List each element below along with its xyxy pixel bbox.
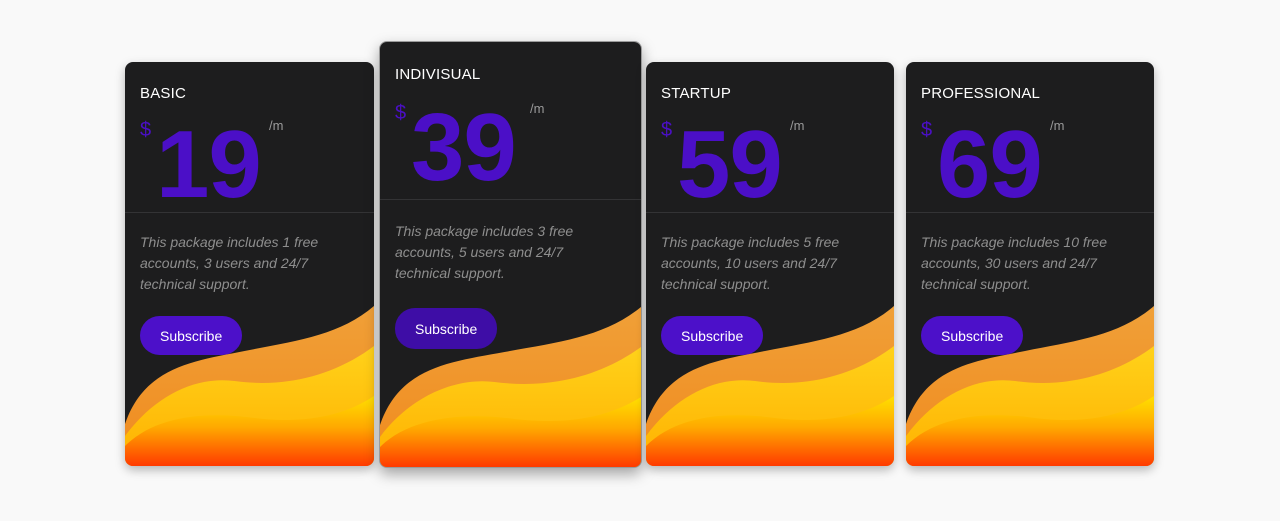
price-amount: 39 xyxy=(411,94,517,201)
pricing-section: BASIC $ 19 /m This package includes 1 fr… xyxy=(0,0,1280,521)
pricing-card-indivisual: INDIVISUAL $ 39 /m This package includes… xyxy=(379,41,642,468)
plan-name: INDIVISUAL xyxy=(395,66,481,83)
pricing-card-basic: BASIC $ 19 /m This package includes 1 fr… xyxy=(125,62,374,466)
price-amount: 59 xyxy=(677,111,783,218)
currency-symbol: $ xyxy=(395,102,407,124)
wave-decoration xyxy=(906,306,1154,466)
card-divider xyxy=(646,212,894,213)
plan-name: STARTUP xyxy=(661,85,732,102)
card-divider xyxy=(906,212,1154,213)
card-divider xyxy=(125,212,374,213)
plan-name: BASIC xyxy=(140,85,187,102)
plan-description: This package includes 10 free accounts, … xyxy=(921,234,1107,292)
wave-decoration xyxy=(125,306,374,466)
pricing-card-startup: STARTUP $ 59 /m This package includes 5 … xyxy=(646,62,894,466)
price-period: /m xyxy=(269,118,284,133)
price-period: /m xyxy=(1050,118,1065,133)
card-divider xyxy=(380,199,641,200)
plan-description: This package includes 1 free accounts, 3… xyxy=(140,234,319,292)
price-amount: 19 xyxy=(156,111,262,218)
price-period: /m xyxy=(530,101,545,116)
currency-symbol: $ xyxy=(661,119,673,141)
price-period: /m xyxy=(790,118,805,133)
price-amount: 69 xyxy=(937,111,1043,218)
wave-decoration xyxy=(646,306,894,466)
plan-name: PROFESSIONAL xyxy=(921,85,1041,102)
pricing-card-professional: PROFESSIONAL $ 69 /m This package includ… xyxy=(906,62,1154,466)
plan-description: This package includes 5 free accounts, 1… xyxy=(661,234,840,292)
wave-decoration xyxy=(380,307,641,467)
currency-symbol: $ xyxy=(140,119,152,141)
plan-description: This package includes 3 free accounts, 5… xyxy=(395,223,574,281)
currency-symbol: $ xyxy=(921,119,933,141)
